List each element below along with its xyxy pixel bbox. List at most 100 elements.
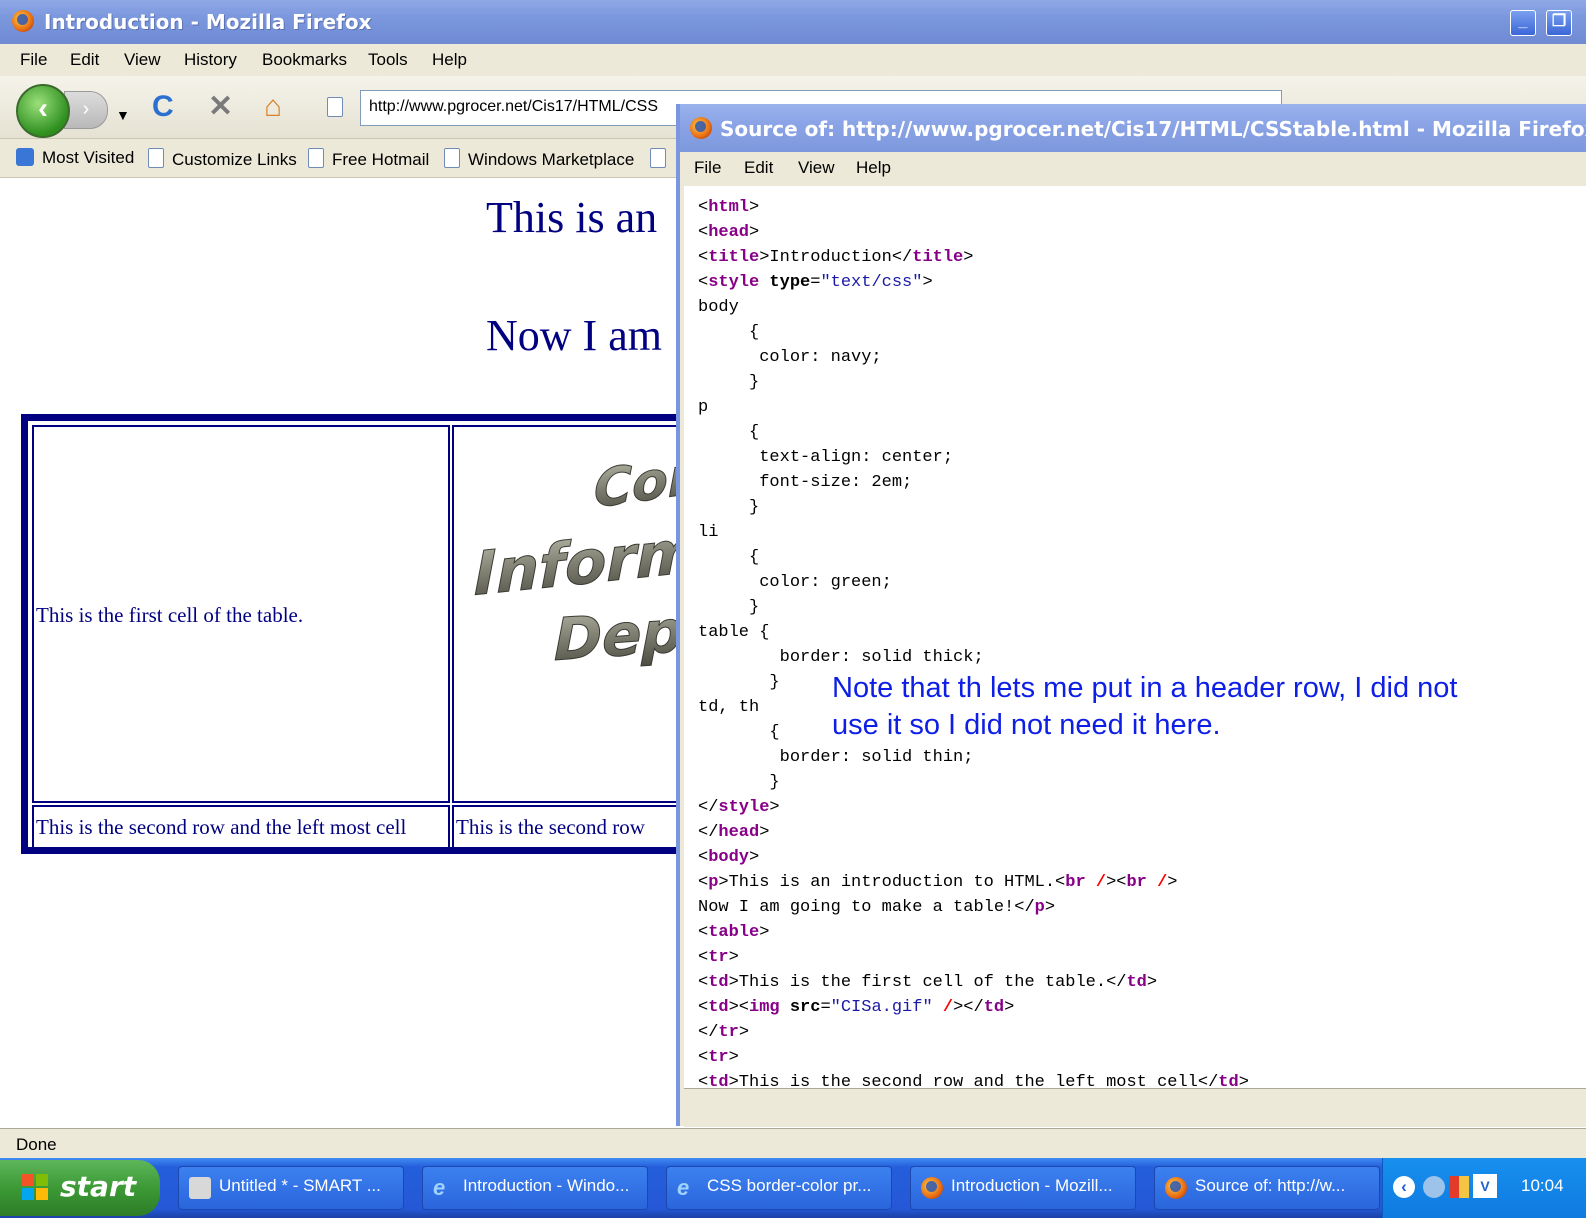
bookmark-windows-marketplace[interactable]: Windows Marketplace bbox=[444, 148, 634, 170]
page-icon bbox=[148, 148, 164, 168]
page-icon bbox=[444, 148, 460, 168]
css-table: This is the first cell of the table. Com… bbox=[21, 414, 742, 854]
source-menu-view[interactable]: View bbox=[798, 158, 835, 178]
network-icon[interactable] bbox=[1423, 1176, 1445, 1198]
bookmark-most-visited[interactable]: Most Visited bbox=[16, 148, 134, 168]
task-label: CSS border-color pr... bbox=[707, 1176, 872, 1195]
source-window-title: Source of: http://www.pgrocer.net/Cis17/… bbox=[720, 117, 1586, 141]
code-line: <table> bbox=[698, 923, 770, 942]
code-line: td, th bbox=[698, 698, 760, 717]
task-firefox-source[interactable]: Source of: http://w... bbox=[1154, 1166, 1380, 1210]
annotation-line-2: use it so I did not need it here. bbox=[832, 709, 1221, 741]
code-line: { bbox=[698, 323, 760, 342]
bookmark-free-hotmail[interactable]: Free Hotmail bbox=[308, 148, 429, 170]
back-button[interactable]: ‹ bbox=[16, 84, 70, 138]
code-line: body bbox=[698, 298, 739, 317]
code-line: { bbox=[698, 423, 760, 442]
code-line: Now I am going to make a table!</p> bbox=[698, 898, 1056, 917]
clock: 10:04 bbox=[1521, 1176, 1564, 1195]
code-line: </style> bbox=[698, 798, 780, 817]
code-line: li bbox=[698, 523, 719, 542]
code-line: border: solid thin; bbox=[698, 748, 974, 767]
code-line: } bbox=[698, 498, 760, 517]
code-line: } bbox=[698, 673, 780, 692]
tray-expand-icon[interactable]: ‹ bbox=[1393, 1176, 1415, 1198]
menu-tools[interactable]: Tools bbox=[368, 50, 408, 70]
code-line: <body> bbox=[698, 848, 760, 867]
firefox-icon bbox=[1165, 1177, 1187, 1199]
url-text: http://www.pgrocer.net/Cis17/HTML/CSS bbox=[369, 98, 658, 115]
bookmark-customize-links[interactable]: Customize Links bbox=[148, 148, 297, 170]
history-dropdown-icon[interactable]: ▼ bbox=[116, 100, 130, 130]
main-menubar: File Edit View History Bookmarks Tools H… bbox=[0, 44, 1586, 76]
task-ie-introduction[interactable]: e Introduction - Windo... bbox=[422, 1166, 648, 1210]
menu-help[interactable]: Help bbox=[432, 50, 467, 70]
code-line: <head> bbox=[698, 223, 760, 242]
windows-logo-icon bbox=[22, 1174, 48, 1200]
firefox-icon bbox=[921, 1177, 943, 1199]
code-line: <td>This is the second row and the left … bbox=[698, 1073, 1249, 1088]
page-line-table: Now I am bbox=[486, 311, 662, 360]
system-tray: ‹ V 10:04 bbox=[1382, 1158, 1586, 1218]
source-menu-edit[interactable]: Edit bbox=[744, 158, 773, 178]
bookmark-label: Free Hotmail bbox=[332, 150, 430, 169]
task-label: Source of: http://w... bbox=[1195, 1176, 1346, 1195]
stop-icon[interactable]: ✕ bbox=[208, 92, 233, 122]
menu-history[interactable]: History bbox=[184, 50, 237, 70]
page-icon bbox=[308, 148, 324, 168]
firefox-icon bbox=[690, 117, 712, 139]
home-icon[interactable]: ⌂ bbox=[264, 92, 282, 122]
main-window-title: Introduction - Mozilla Firefox bbox=[44, 10, 372, 34]
task-label: Introduction - Mozill... bbox=[951, 1176, 1113, 1195]
code-line: <tr> bbox=[698, 1048, 739, 1067]
start-button[interactable]: start bbox=[0, 1160, 160, 1216]
source-menu-help[interactable]: Help bbox=[856, 158, 891, 178]
code-line: <p>This is an introduction to HTML.<br /… bbox=[698, 873, 1178, 892]
page-icon bbox=[650, 148, 666, 168]
task-firefox-introduction[interactable]: Introduction - Mozill... bbox=[910, 1166, 1136, 1210]
main-window-titlebar: Introduction - Mozilla Firefox _ ❐ bbox=[0, 0, 1586, 44]
reload-icon[interactable]: C bbox=[152, 92, 174, 122]
forward-button[interactable]: › bbox=[64, 91, 108, 129]
code-line: p bbox=[698, 398, 709, 417]
annotation-note: Note that th lets me put in a header row… bbox=[832, 670, 1572, 744]
code-line: font-size: 2em; bbox=[698, 473, 913, 492]
code-line: border: solid thick; bbox=[698, 648, 984, 667]
menu-edit[interactable]: Edit bbox=[70, 50, 99, 70]
site-identity-icon[interactable] bbox=[327, 97, 343, 117]
bookmark-more[interactable] bbox=[650, 148, 674, 170]
source-status-bar bbox=[684, 1088, 1586, 1127]
code-line: <tr> bbox=[698, 948, 739, 967]
start-label: start bbox=[60, 1170, 137, 1203]
task-ie-css-border[interactable]: e CSS border-color pr... bbox=[666, 1166, 892, 1210]
task-smart-notebook[interactable]: Untitled * - SMART ... bbox=[178, 1166, 404, 1210]
restore-button[interactable]: ❐ bbox=[1546, 10, 1572, 36]
table-cell-text: This is the second row bbox=[456, 815, 645, 839]
code-line: } bbox=[698, 373, 760, 392]
page-line-intro: This is an bbox=[486, 193, 658, 242]
vc-icon[interactable]: V bbox=[1473, 1174, 1497, 1198]
security-alert-icon[interactable] bbox=[1449, 1176, 1469, 1198]
bookmark-label: Customize Links bbox=[172, 150, 297, 169]
annotation-line-1: Note that th lets me put in a header row… bbox=[832, 672, 1458, 704]
ie-icon: e bbox=[433, 1175, 446, 1200]
smart-notebook-icon bbox=[189, 1177, 211, 1199]
menu-file[interactable]: File bbox=[20, 50, 47, 70]
ie-icon: e bbox=[677, 1175, 690, 1200]
view-source-window: Source of: http://www.pgrocer.net/Cis17/… bbox=[676, 104, 1586, 1127]
code-line: </head> bbox=[698, 823, 770, 842]
code-line: } bbox=[698, 598, 760, 617]
minimize-button[interactable]: _ bbox=[1510, 10, 1536, 36]
menu-bookmarks[interactable]: Bookmarks bbox=[262, 50, 347, 70]
status-bar: Done bbox=[0, 1128, 1586, 1159]
code-line: <style type="text/css"> bbox=[698, 273, 933, 292]
firefox-icon bbox=[12, 10, 34, 32]
code-line: { bbox=[698, 723, 780, 742]
source-window-titlebar: Source of: http://www.pgrocer.net/Cis17/… bbox=[680, 104, 1586, 152]
source-menu-file[interactable]: File bbox=[694, 158, 721, 178]
menu-view[interactable]: View bbox=[124, 50, 161, 70]
bookmark-label: Windows Marketplace bbox=[468, 150, 635, 169]
source-menubar: File Edit View Help bbox=[680, 152, 1586, 184]
table-cell-text: This is the second row and the left most… bbox=[36, 815, 407, 839]
source-code-view[interactable]: <html> <head> <title>Introduction</title… bbox=[684, 186, 1586, 1088]
